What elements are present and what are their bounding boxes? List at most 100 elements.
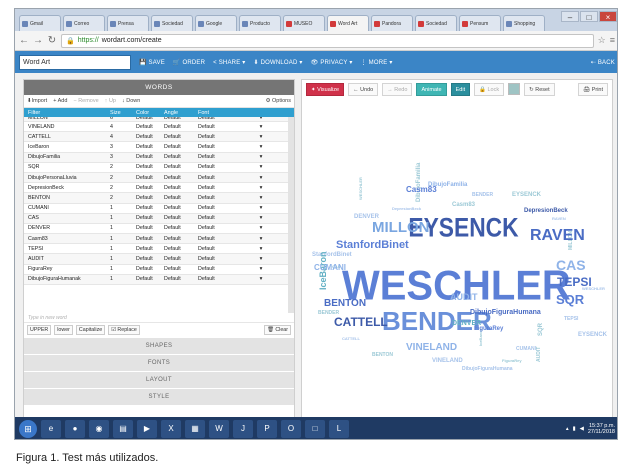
table-row[interactable]: IceBaron 3 Default Default Default ▾ (24, 142, 288, 153)
reset-button[interactable]: ↻ Reset (524, 82, 555, 96)
app-taskbar-icon[interactable]: J (233, 420, 253, 438)
browser-tab[interactable]: Gmail (19, 15, 61, 31)
dropdown-arrow-icon[interactable]: ▾ (256, 256, 266, 262)
dropdown-arrow-icon[interactable]: ▾ (256, 276, 266, 282)
new-word-input[interactable]: Type in new word (24, 313, 294, 323)
calculator-taskbar-icon[interactable]: ▦ (185, 420, 205, 438)
section-fonts[interactable]: FONTS (24, 355, 294, 371)
table-row[interactable]: FiguraRey 1 Default Default Default ▾ (24, 265, 288, 275)
table-row[interactable]: TEPSI 1 Default Default Default ▾ (24, 244, 288, 255)
dropdown-arrow-icon[interactable]: ▾ (256, 236, 266, 242)
star-icon[interactable]: ☆ (598, 35, 606, 46)
table-row[interactable]: Casm83 1 Default Default Default ▾ (24, 234, 288, 245)
table-row[interactable]: CUMANI 1 Default Default Default ▾ (24, 204, 288, 214)
more-button[interactable]: ⋮ MORE ▾ (361, 59, 393, 66)
project-taskbar-icon[interactable]: L (329, 420, 349, 438)
dropdown-arrow-icon[interactable]: ▾ (256, 225, 266, 231)
browser-tab[interactable]: Pandora (371, 15, 413, 31)
word-taskbar-icon[interactable]: W (209, 420, 229, 438)
column-header-filter[interactable]: Filter (28, 110, 110, 116)
table-row[interactable]: AUDIT 1 Default Default Default ▾ (24, 254, 288, 265)
lock-button[interactable]: 🔒 Lock (474, 82, 505, 96)
section-style[interactable]: STYLE (24, 389, 294, 405)
network-icon[interactable]: ▮ (573, 426, 576, 432)
add-button[interactable]: + Add (53, 98, 67, 104)
share-button[interactable]: < SHARE ▾ (213, 59, 245, 66)
upper-button[interactable]: UPPER (27, 325, 52, 335)
dropdown-arrow-icon[interactable]: ▾ (256, 195, 266, 201)
table-row[interactable]: SQR 2 Default Default Default ▾ (24, 163, 288, 173)
chrome-taskbar-icon[interactable]: ◉ (89, 420, 109, 438)
print-button[interactable]: 🖨 Print (578, 82, 608, 96)
undo-button[interactable]: ← Undo (348, 82, 379, 96)
save-button[interactable]: 💾 SAVE (139, 59, 165, 66)
table-row[interactable]: CATTELL 4 Default Default Default ▾ (24, 132, 288, 143)
browser-tab[interactable]: Google (195, 15, 237, 31)
volume-icon[interactable]: ◀ (580, 426, 584, 432)
menu-icon[interactable]: ≡ (610, 35, 615, 46)
browser-tab[interactable]: Correo (63, 15, 105, 31)
words-scrollbar[interactable] (288, 181, 294, 261)
import-button[interactable]: ⬇Import (27, 98, 47, 104)
dropdown-arrow-icon[interactable]: ▾ (256, 117, 266, 121)
back-arrow-icon[interactable]: ← (19, 35, 29, 46)
up-button[interactable]: ↑ Up (105, 98, 116, 104)
dropdown-arrow-icon[interactable]: ▾ (256, 266, 266, 272)
table-row[interactable]: DibujoPersonaLluvia 2 Default Default Defaul… (24, 172, 288, 184)
explorer-taskbar-icon[interactable]: e (41, 420, 61, 438)
browser-tab[interactable]: Sociedad (151, 15, 193, 31)
dropdown-arrow-icon[interactable]: ▾ (256, 124, 266, 130)
dropdown-arrow-icon[interactable]: ▾ (256, 134, 266, 140)
close-icon[interactable]: × (599, 11, 617, 22)
section-layout[interactable]: LAYOUT (24, 372, 294, 388)
table-row[interactable]: DepresionBeck 2 Default Default Default ▾ (24, 183, 288, 194)
capitalize-button[interactable]: Capitalize (75, 325, 106, 335)
maximize-icon[interactable]: □ (580, 11, 598, 22)
column-header-size[interactable]: Size (110, 110, 136, 116)
media-taskbar-icon[interactable]: ▶ (137, 420, 157, 438)
browser-tab[interactable]: Sociedad (415, 15, 457, 31)
start-button-icon[interactable]: ⊞ (19, 420, 37, 438)
browser-tab[interactable]: Prensa (107, 15, 149, 31)
order-button[interactable]: 🛒 ORDER (173, 59, 205, 66)
dropdown-arrow-icon[interactable]: ▾ (256, 144, 266, 150)
table-row[interactable]: VINELAND 4 Default Default Default ▾ (24, 122, 288, 133)
browser-tab[interactable]: Producto (239, 15, 281, 31)
tray-chevron-icon[interactable]: ▴ (566, 426, 569, 432)
window-taskbar-icon[interactable]: □ (305, 420, 325, 438)
table-row[interactable]: DENVER 1 Default Default Default ▾ (24, 224, 288, 235)
down-button[interactable]: ↓ Down (122, 98, 140, 104)
background-color-swatch[interactable] (508, 83, 521, 95)
dropdown-arrow-icon[interactable]: ▾ (256, 205, 266, 211)
folder-taskbar-icon[interactable]: ▤ (113, 420, 133, 438)
word-cloud[interactable]: WESCHLER BENDER EYSENCK RAVEN MILLON Stanford… (302, 100, 614, 418)
firefox-taskbar-icon[interactable]: ● (65, 420, 85, 438)
dropdown-arrow-icon[interactable]: ▾ (256, 164, 266, 170)
browser-tab[interactable]: MUSEO (283, 15, 325, 31)
dropdown-arrow-icon[interactable]: ▾ (256, 185, 266, 191)
minimize-icon[interactable]: – (561, 11, 579, 22)
column-header-font[interactable]: Font (198, 110, 256, 116)
clear-button[interactable]: 🗑 Clear (264, 325, 291, 335)
browser-tab-active[interactable]: Word Art (327, 15, 369, 31)
column-header-color[interactable]: Color (136, 110, 164, 116)
column-header-angle[interactable]: Angle (164, 110, 198, 116)
powerpoint-taskbar-icon[interactable]: P (257, 420, 277, 438)
section-shapes[interactable]: SHAPES (24, 338, 294, 354)
options-button[interactable]: ⚙ Options (266, 98, 291, 104)
download-button[interactable]: ⬇ DOWNLOAD ▾ (253, 59, 302, 66)
visualize-button[interactable]: ✦ Visualize (306, 82, 345, 96)
reload-icon[interactable]: ↻ (47, 35, 57, 46)
privacy-button[interactable]: 👁 PRIVACY ▾ (311, 59, 353, 66)
url-field[interactable]: 🔒 https://wordart.com/create (61, 33, 594, 48)
words-panel-header[interactable]: WORDS (24, 80, 294, 95)
outlook-taskbar-icon[interactable]: O (281, 420, 301, 438)
forward-arrow-icon[interactable]: → (33, 35, 43, 46)
back-button[interactable]: ⇠ BACK (591, 59, 615, 66)
redo-button[interactable]: → Redo (382, 82, 413, 96)
table-row[interactable]: BENTON 2 Default Default Default ▾ (24, 193, 288, 204)
excel-taskbar-icon[interactable]: X (161, 420, 181, 438)
clock[interactable]: 15:37 p.m. 27/11/2018 (588, 423, 615, 435)
table-row[interactable]: CAS 1 Default Default Default ▾ (24, 213, 288, 224)
dropdown-arrow-icon[interactable]: ▾ (256, 175, 266, 181)
